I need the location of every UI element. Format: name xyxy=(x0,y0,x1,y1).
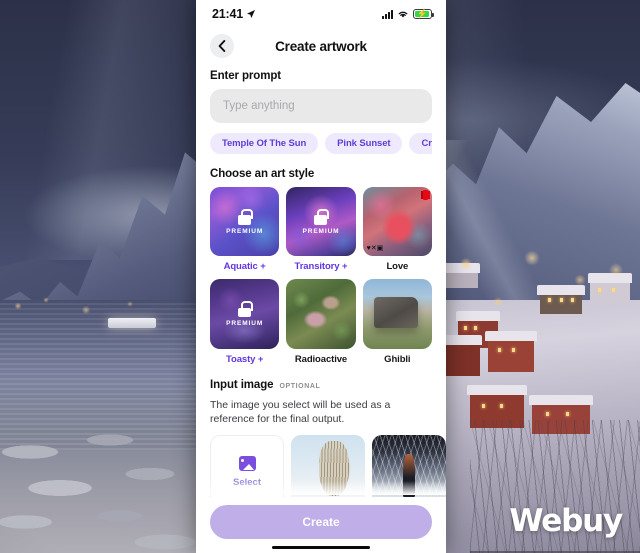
chip-crowded[interactable]: Crowded xyxy=(409,133,432,154)
status-bar: 21:41 ⚡ xyxy=(196,0,446,28)
style-thumbnail[interactable]: PREMIUM xyxy=(210,187,280,257)
input-image-helper: The image you select will be used as a r… xyxy=(210,398,391,425)
style-label: Love xyxy=(386,261,409,273)
style-option-love[interactable]: ♥✕▣ Love xyxy=(362,187,432,273)
location-arrow-icon xyxy=(246,10,255,18)
status-left: 21:41 xyxy=(212,7,256,21)
style-thumbnail[interactable]: ♥✕▣ xyxy=(362,187,432,257)
style-option-radioactive[interactable]: Radioactive xyxy=(286,279,356,365)
art-style-grid: PREMIUM Aquatic + PREMIUM Transitory + ♥… xyxy=(210,187,432,365)
webuy-watermark: Webuy xyxy=(509,503,623,539)
style-label: Ghibli xyxy=(384,353,411,365)
battery-charging-icon: ⚡ xyxy=(413,9,434,19)
style-thumbnail[interactable] xyxy=(286,279,356,349)
chevron-left-icon xyxy=(218,40,226,52)
back-button[interactable] xyxy=(210,34,234,58)
form-content: Enter prompt Type anything Temple Of The… xyxy=(196,64,446,510)
home-indicator xyxy=(272,545,370,549)
footer-bar: Create xyxy=(196,496,446,553)
input-image-label: Input image xyxy=(210,378,274,391)
style-label: Radioactive xyxy=(294,353,348,365)
create-button[interactable]: Create xyxy=(210,504,432,539)
premium-overlay: PREMIUM xyxy=(210,279,279,348)
prompt-input[interactable]: Type anything xyxy=(210,89,432,123)
style-option-transitory[interactable]: PREMIUM Transitory + xyxy=(286,187,356,273)
phone-screenshot: 21:41 ⚡ Create artwork Enter prompt Type… xyxy=(196,0,446,553)
select-label: Select xyxy=(233,477,261,489)
nav-header: Create artwork xyxy=(196,28,446,64)
chip-pink-sunset[interactable]: Pink Sunset xyxy=(325,133,403,154)
premium-badge: PREMIUM xyxy=(302,227,340,235)
love-glyphs: ♥✕▣ xyxy=(366,245,384,253)
input-image-header: Input image OPTIONAL xyxy=(210,379,432,391)
lock-icon xyxy=(238,208,253,225)
style-option-toasty[interactable]: PREMIUM Toasty + xyxy=(210,279,280,365)
cellular-signal-icon xyxy=(382,9,393,19)
prompt-placeholder: Type anything xyxy=(223,100,295,112)
style-thumbnail[interactable]: PREMIUM xyxy=(286,187,356,257)
optional-tag: OPTIONAL xyxy=(279,382,321,390)
style-thumbnail[interactable] xyxy=(362,279,432,349)
lock-icon xyxy=(238,301,253,317)
chip-temple-of-the-sun[interactable]: Temple Of The Sun xyxy=(210,133,319,154)
wifi-icon xyxy=(398,11,408,18)
premium-overlay: PREMIUM xyxy=(210,187,279,256)
lock-icon xyxy=(314,208,329,225)
style-label: Transitory + xyxy=(294,261,348,273)
style-option-aquatic[interactable]: PREMIUM Aquatic + xyxy=(210,187,280,273)
style-thumbnail[interactable]: PREMIUM xyxy=(210,279,280,349)
premium-badge: PREMIUM xyxy=(226,227,264,235)
style-label: Toasty + xyxy=(226,353,264,365)
style-label: Aquatic + xyxy=(223,261,266,273)
premium-badge: PREMIUM xyxy=(226,320,264,327)
style-option-ghibli[interactable]: Ghibli xyxy=(362,279,432,365)
suggestion-chips[interactable]: Temple Of The Sun Pink Sunset Crowded xyxy=(210,133,432,154)
styles-section-label: Choose an art style xyxy=(210,168,315,180)
premium-overlay: PREMIUM xyxy=(286,187,355,256)
status-time: 21:41 xyxy=(212,7,243,21)
status-right: ⚡ xyxy=(382,9,434,19)
netflix-badge-icon xyxy=(423,190,428,200)
prompt-section-label: Enter prompt xyxy=(210,70,281,82)
picture-icon xyxy=(238,456,256,472)
